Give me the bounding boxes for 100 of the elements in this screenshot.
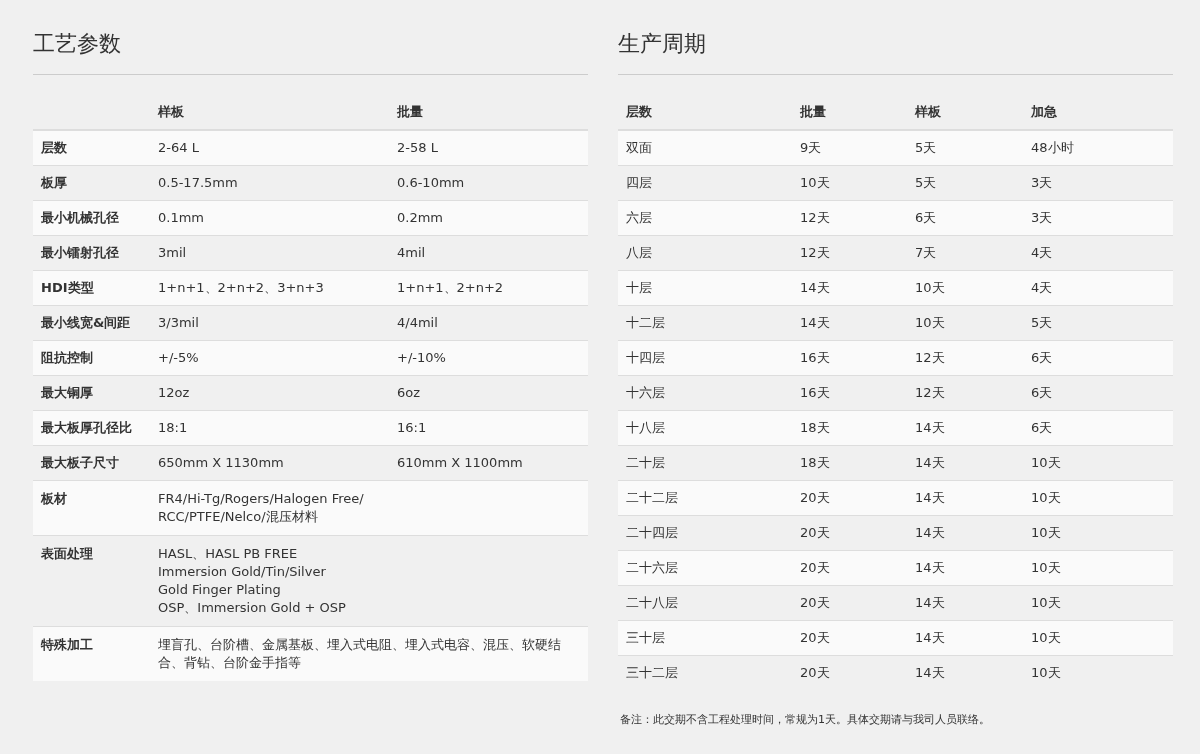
table-cell: 10天 — [1031, 559, 1061, 575]
table-cell: 5天 — [1031, 314, 1053, 330]
table-cell: 4/4mil — [397, 314, 438, 330]
row-label: 最小镭射孔径 — [41, 244, 119, 260]
table-cell: 18天 — [800, 419, 830, 435]
table-cell: 10天 — [1031, 594, 1061, 610]
column-header: 样板 — [915, 104, 941, 120]
table-cell: 12天 — [915, 349, 945, 365]
table-cell: 八层 — [626, 244, 652, 260]
table-cell: 14天 — [915, 489, 945, 505]
table-cell: 6oz — [397, 384, 421, 400]
table-cell: 610mm X 1100mm — [397, 454, 523, 470]
row-label: 最小机械孔径 — [41, 209, 119, 225]
table-cell: 10天 — [915, 314, 945, 330]
table-cell: 16天 — [800, 384, 830, 400]
column-header: 加急 — [1031, 104, 1057, 120]
table-cell: 14天 — [915, 665, 945, 680]
table-cell: 14天 — [800, 314, 830, 330]
table-cell: 12天 — [800, 244, 830, 260]
table-cell: 10天 — [800, 174, 830, 190]
table-cell: 1+n+1、2+n+2、3+n+3 — [158, 279, 324, 295]
table-cell: 二十六层 — [626, 559, 678, 575]
table-cell: 48小时 — [1031, 140, 1074, 155]
row-label: HDI类型 — [41, 279, 94, 295]
table-cell: 14天 — [915, 594, 945, 610]
table-cell: 20天 — [800, 489, 830, 505]
table-cell: 5天 — [915, 174, 937, 190]
table-cell: 十八层 — [626, 419, 665, 435]
table-cell: 0.6-10mm — [397, 174, 465, 190]
table-cell: 14天 — [800, 279, 830, 295]
table-cell: 20天 — [800, 665, 830, 680]
row-label: 最大板子尺寸 — [41, 454, 119, 470]
row-label: 表面处理 — [41, 545, 93, 561]
table-cell: 5天 — [915, 140, 937, 155]
table-cell: 1+n+1、2+n+2 — [397, 279, 504, 295]
table-cell: 4天 — [1031, 279, 1053, 295]
column-header: 样板 — [158, 104, 184, 120]
table-cell: 双面 — [626, 140, 652, 155]
table-cell: 0.5-17.5mm — [158, 174, 238, 190]
table-cell: 六层 — [626, 209, 652, 225]
table-cell: 10天 — [1031, 454, 1061, 470]
table-cell: 16:1 — [397, 419, 427, 435]
column-header: 批量 — [397, 104, 423, 120]
table-cell: 12天 — [800, 209, 830, 225]
table-cell: 20天 — [800, 559, 830, 575]
table-cell: 四层 — [626, 174, 652, 190]
table-cell: 3/3mil — [158, 314, 199, 330]
table-cell: 12天 — [915, 384, 945, 400]
table-cell: 二十八层 — [626, 594, 678, 610]
table-cell: 0.1mm — [158, 209, 204, 225]
table-cell: +/-5% — [158, 349, 199, 365]
table-cell: HASL、HASL PB FREE Immersion Gold/Tin/Silver Gold Finger Plating OSP、Immersion Gold + OSP — [158, 545, 346, 615]
table-cell: FR4/Hi-Tg/Rogers/Halogen Free/ RCC/PTFE/Nelco/混压材料 — [158, 490, 364, 524]
table-cell: 14天 — [915, 524, 945, 540]
table-cell: 十二层 — [626, 314, 665, 330]
table-cell: 650mm X 1130mm — [158, 454, 284, 470]
row-label: 阻抗控制 — [41, 349, 93, 365]
row-label: 最大铜厚 — [41, 384, 93, 400]
table-cell: 10天 — [915, 279, 945, 295]
section-title: 工艺参数 — [33, 31, 121, 56]
table-cell: 十六层 — [626, 384, 665, 400]
column-header: 批量 — [800, 104, 826, 120]
table-cell: 2-58 L — [397, 140, 438, 155]
section-title: 生产周期 — [618, 31, 706, 56]
row-label: 最小线宽&间距 — [41, 314, 131, 330]
table-cell: 三十层 — [626, 629, 665, 645]
table-cell: 3天 — [1031, 209, 1053, 225]
table-cell: 2-64 L — [158, 140, 199, 155]
table-cell: 埋盲孔、台阶槽、金属基板、埋入式电阻、埋入式电容、混压、软硬结合、背钻、台阶金手指等 — [158, 636, 561, 670]
table-cell: 14天 — [915, 629, 945, 645]
table-cell: 18天 — [800, 454, 830, 470]
table-cell: 6天 — [1031, 419, 1053, 435]
table-cell: 10天 — [1031, 665, 1061, 680]
footnote: 备注：此交期不含工程处理时间，常规为1天。具体交期请与我司人员联络。 — [620, 713, 990, 726]
table-cell: 二十层 — [626, 454, 665, 470]
table-cell: 16天 — [800, 349, 830, 365]
row-label: 层数 — [41, 140, 67, 155]
table-cell: 14天 — [915, 559, 945, 575]
table-cell: 10天 — [1031, 489, 1061, 505]
table-cell: 6天 — [1031, 349, 1053, 365]
table-cell: 20天 — [800, 629, 830, 645]
table-cell: 14天 — [915, 419, 945, 435]
table-cell: 3天 — [1031, 174, 1053, 190]
column-header: 层数 — [626, 104, 652, 120]
row-label: 最大板厚孔径比 — [41, 419, 132, 435]
table-cell: 6天 — [915, 209, 937, 225]
table-cell: 6天 — [1031, 384, 1053, 400]
table-cell: +/-10% — [397, 349, 446, 365]
table-cell: 0.2mm — [397, 209, 443, 225]
table-cell: 十层 — [626, 279, 652, 295]
row-label: 板材 — [41, 490, 67, 506]
table-cell: 14天 — [915, 454, 945, 470]
table-cell: 十四层 — [626, 349, 665, 365]
table-cell: 20天 — [800, 524, 830, 540]
table-cell: 10天 — [1031, 629, 1061, 645]
table-cell: 3mil — [158, 244, 187, 260]
table-cell: 7天 — [915, 244, 937, 260]
table-cell: 4天 — [1031, 244, 1053, 260]
table-cell: 4mil — [397, 244, 426, 260]
table-cell: 二十二层 — [626, 489, 678, 505]
